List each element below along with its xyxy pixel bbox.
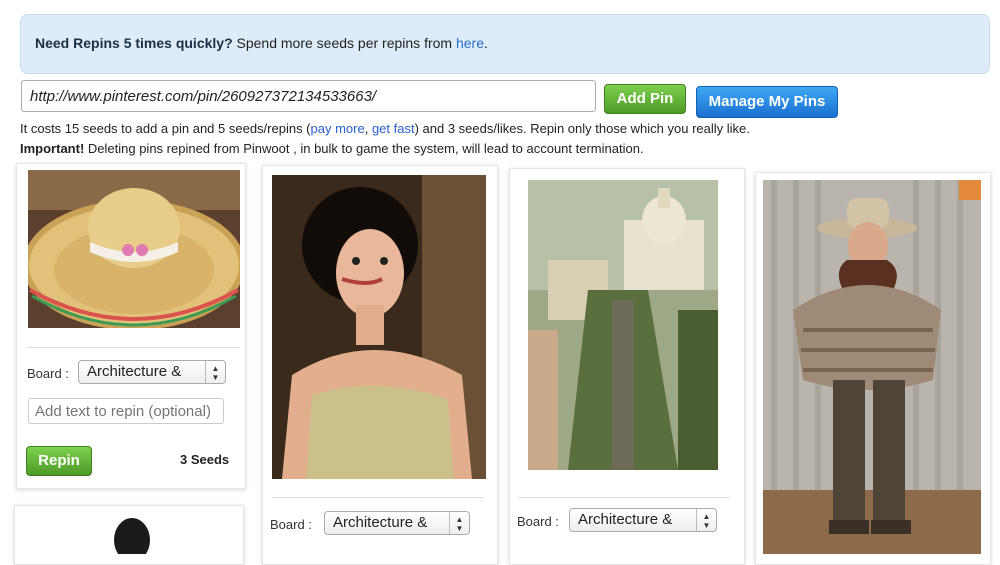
important-label: Important!	[20, 141, 85, 156]
cost-text: It costs 15 seeds to add a pin and 5 see…	[20, 121, 311, 136]
board-select-value: Architecture &	[333, 514, 428, 531]
notice-text: Spend more seeds per repins from	[232, 35, 456, 51]
card-divider	[272, 497, 484, 498]
board-select[interactable]: Architecture & ▲ ▼	[569, 508, 717, 532]
pin-url-input[interactable]	[21, 80, 596, 112]
cost-info: It costs 15 seeds to add a pin and 5 see…	[20, 121, 750, 136]
manage-my-pins-button[interactable]: Manage My Pins	[696, 86, 838, 118]
pay-more-link[interactable]: pay more	[311, 121, 365, 136]
board-select[interactable]: Architecture & ▲ ▼	[78, 360, 226, 384]
board-label: Board :	[27, 366, 69, 381]
board-select[interactable]: Architecture & ▲ ▼	[324, 511, 470, 535]
pin-image-straw-hat[interactable]	[28, 170, 240, 328]
pin-image-portrait[interactable]	[272, 175, 486, 479]
select-arrows-icon: ▲ ▼	[696, 509, 716, 531]
separator: ,	[364, 121, 372, 136]
warning-info: Important! Deleting pins repined from Pi…	[20, 141, 644, 156]
notice-bold: Need Repins 5 times quickly?	[35, 35, 233, 51]
select-arrows-icon: ▲ ▼	[449, 512, 469, 534]
notice-link[interactable]: here	[456, 35, 484, 51]
pin-image-partial[interactable]	[110, 514, 154, 554]
board-select-value: Architecture &	[578, 511, 673, 528]
warning-text: Deleting pins repined from Pinwoot , in …	[84, 141, 644, 156]
card-divider	[518, 497, 730, 498]
card-divider	[28, 347, 240, 348]
notice-banner: Need Repins 5 times quickly? Spend more …	[20, 14, 990, 74]
repin-button[interactable]: Repin	[26, 446, 92, 476]
add-pin-button[interactable]: Add Pin	[604, 84, 686, 114]
board-label: Board :	[517, 514, 559, 529]
notice-end: .	[484, 35, 488, 51]
repin-text-input[interactable]	[28, 398, 224, 424]
board-label: Board :	[270, 517, 312, 532]
pin-image-postcard[interactable]	[528, 180, 718, 470]
cost-text-end: ) and 3 seeds/likes. Repin only those wh…	[414, 121, 750, 136]
select-arrows-icon: ▲ ▼	[205, 361, 225, 383]
pin-image-cowgirl[interactable]	[763, 180, 981, 554]
board-select-value: Architecture &	[87, 363, 182, 380]
get-fast-link[interactable]: get fast	[372, 121, 415, 136]
seeds-cost: 3 Seeds	[180, 452, 230, 467]
